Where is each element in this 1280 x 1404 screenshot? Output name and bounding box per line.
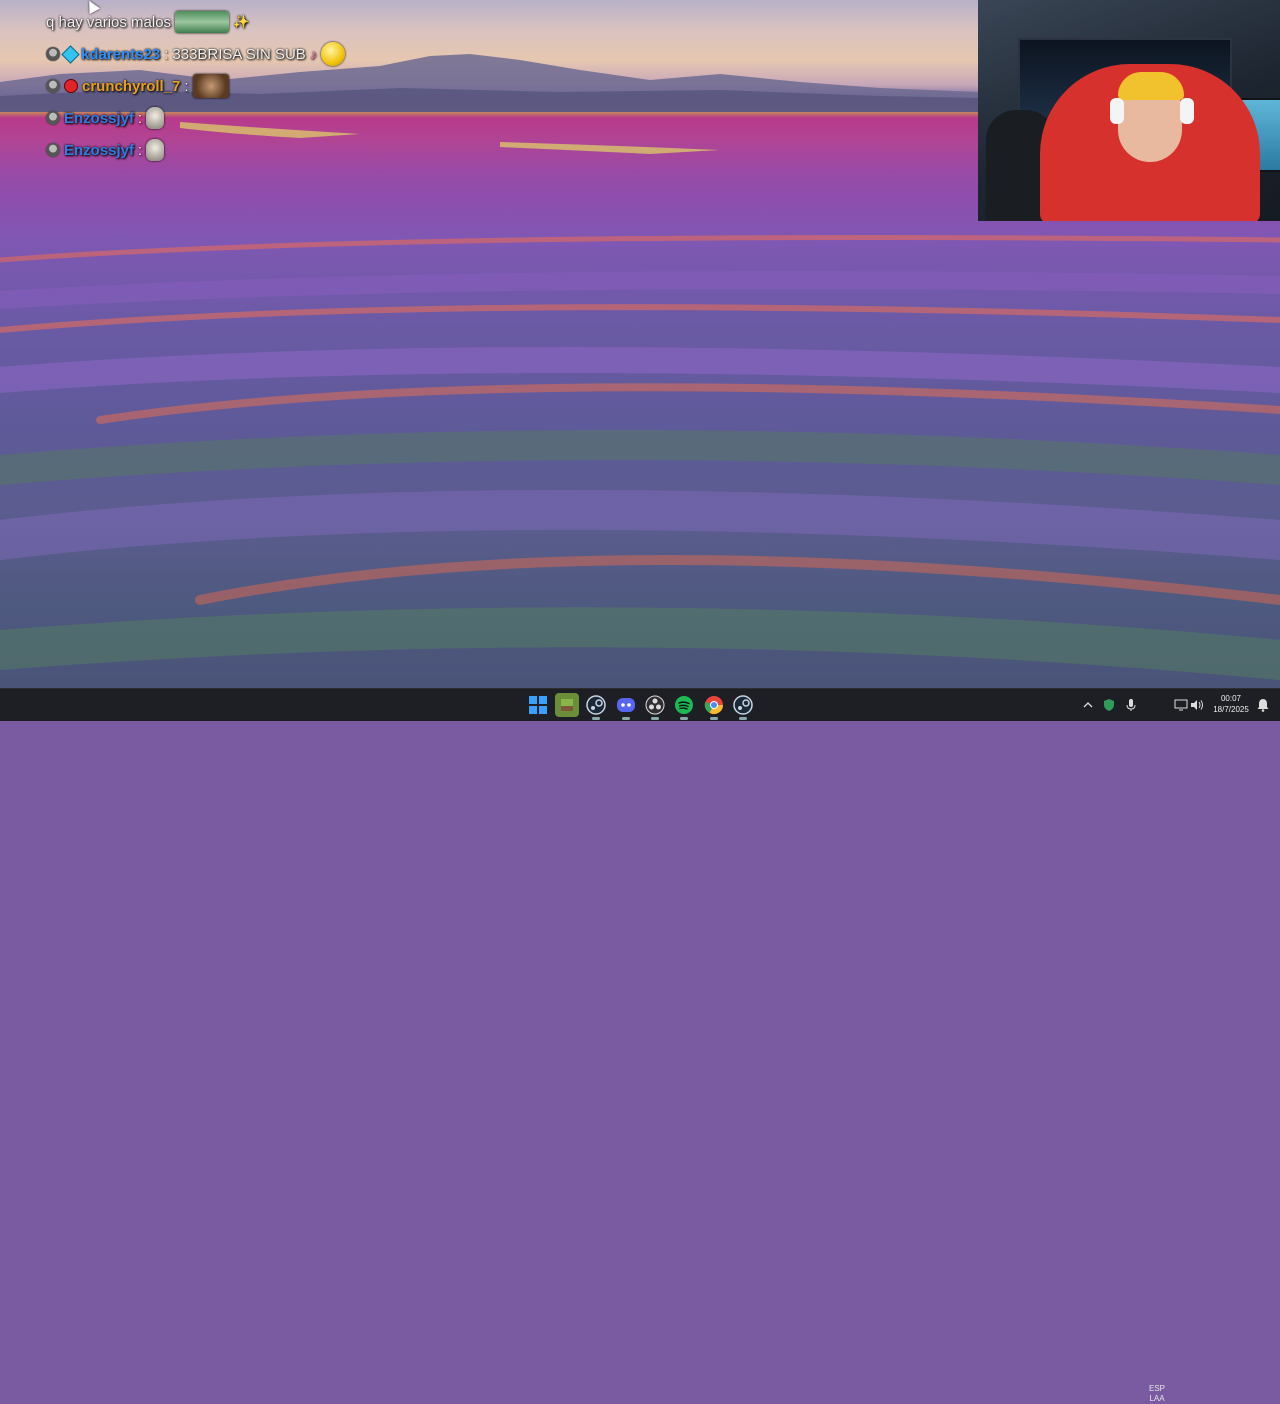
minecraft-icon[interactable] (555, 693, 579, 717)
frog-emote (175, 11, 230, 33)
chat-separator: : (138, 109, 143, 127)
discord-icon[interactable] (614, 693, 638, 720)
chat-separator: : (138, 141, 143, 159)
cat-emote (192, 74, 229, 98)
taskbar: ESP LAA (0, 688, 1280, 1403)
input-language-indicator[interactable]: ESP LAA (1146, 1384, 1168, 1404)
gem-badge-icon (61, 44, 80, 64)
steam-icon[interactable] (731, 693, 755, 720)
language-line-2: LAA (1149, 1394, 1165, 1403)
windows-start-icon[interactable] (526, 693, 550, 717)
chat-message: kdarents23: 333BRISA SIN SUB ♪ (46, 42, 345, 66)
chat-message: Enzossjyf: (46, 138, 165, 162)
chat-separator: : (164, 45, 169, 63)
chat-username[interactable]: kdarents23 (81, 46, 160, 63)
chat-message-text: 333BRISA SIN SUB (172, 45, 306, 63)
clock-time: 00:07 (1220, 694, 1242, 703)
webcam-overlay (978, 0, 1280, 221)
chat-message: q hay varios malos ✨ (46, 10, 249, 34)
security-shield-icon[interactable] (1100, 693, 1118, 717)
moderator-badge-icon (46, 111, 60, 125)
taskbar-clock[interactable]: 00:07 18/7/2025 (1208, 693, 1254, 715)
chat-message: Enzossjyf: (46, 106, 165, 130)
music-note-emote: ♪ (309, 46, 317, 62)
chevron-up-icon[interactable] (1080, 693, 1096, 717)
moderator-badge-icon (46, 47, 60, 61)
clock-date: 18/7/2025 (1213, 705, 1249, 714)
headphone-left (1110, 98, 1124, 124)
moderator-badge-icon (46, 79, 60, 93)
chat-username[interactable]: crunchyroll_7 (82, 78, 180, 95)
chat-username[interactable]: Enzossjyf (64, 110, 134, 127)
skull-emote (146, 107, 165, 129)
chat-username[interactable]: Enzossjyf (64, 142, 134, 159)
skull-emote (146, 139, 165, 161)
obs-icon[interactable] (643, 693, 667, 720)
smile-emote (320, 42, 345, 66)
chrome-icon[interactable] (702, 693, 726, 720)
headphone-right (1180, 98, 1194, 124)
sparkle-emote: ✨ (233, 14, 250, 29)
chat-separator: : (184, 77, 189, 95)
red-badge-icon (64, 79, 78, 93)
volume-icon[interactable] (1188, 693, 1206, 717)
chat-message: crunchyroll_7: (46, 74, 229, 98)
streamer-cap (1118, 72, 1184, 100)
moderator-badge-icon (46, 143, 60, 157)
steam-icon[interactable] (584, 693, 608, 720)
language-line-1: ESP (1148, 1384, 1165, 1393)
notification-bell-icon[interactable] (1254, 693, 1272, 717)
spotify-icon[interactable] (672, 693, 696, 720)
microphone-icon[interactable] (1122, 693, 1140, 717)
chat-message-text: q hay varios malos (46, 13, 172, 31)
